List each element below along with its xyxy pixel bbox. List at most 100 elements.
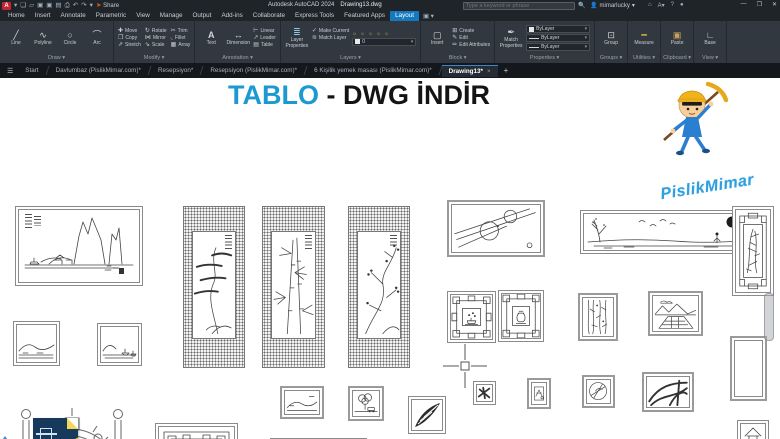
print-icon[interactable]: ⎙ bbox=[65, 1, 70, 10]
restore-button[interactable]: ❐ bbox=[757, 1, 762, 8]
save-as-icon[interactable]: ▣ bbox=[46, 1, 52, 10]
trim-button[interactable]: ✂Trim bbox=[171, 28, 191, 35]
leader-button[interactable]: ↗Leader bbox=[253, 35, 276, 42]
bylayer-select[interactable]: ByLayer▾ bbox=[526, 25, 590, 33]
ribbon-tab-output[interactable]: Output bbox=[188, 11, 217, 21]
insert-button[interactable]: ▢Insert bbox=[425, 30, 449, 47]
minimize-button[interactable]: — bbox=[741, 1, 747, 8]
panel-footer-layers[interactable]: Layers ▾ bbox=[281, 54, 420, 63]
close-button[interactable]: ✕ bbox=[772, 1, 777, 8]
create-button[interactable]: ⊞Create bbox=[452, 28, 490, 35]
frame-tiny-abstract[interactable] bbox=[473, 381, 496, 405]
frame-small-art[interactable] bbox=[527, 378, 551, 409]
bylayer-select[interactable]: ByLayer▾ bbox=[526, 34, 590, 42]
panel-footer-draw[interactable]: Draw ▾ bbox=[0, 54, 113, 63]
frame-abstract-lines[interactable] bbox=[447, 200, 545, 257]
table-button[interactable]: ▤Table bbox=[253, 42, 276, 49]
undo-icon[interactable]: ↶ bbox=[73, 1, 78, 10]
line-button[interactable]: ╱Line bbox=[4, 30, 28, 47]
frame-big-lattice[interactable] bbox=[155, 423, 238, 439]
doc-tab-resepsiyon-pislikmimar-com[interactable]: Resepsiyon (PislikMimar.com)* bbox=[203, 65, 304, 76]
base-button[interactable]: ∟Base bbox=[698, 30, 722, 47]
ribbon-tab-add-ins[interactable]: Add-ins bbox=[216, 11, 247, 21]
panel-footer-groups[interactable]: Groups ▾ bbox=[595, 54, 627, 63]
match-properties-button[interactable]: ✒Match Properties bbox=[499, 27, 523, 49]
frame-s-curve[interactable] bbox=[730, 336, 767, 401]
scroll-panel-plum[interactable] bbox=[348, 206, 410, 368]
doc-tab-drawing13[interactable]: Drawing13*× bbox=[442, 65, 498, 77]
panel-footer-annotation[interactable]: Annotation ▾ bbox=[195, 54, 280, 63]
move-button[interactable]: ✚Move bbox=[118, 28, 141, 35]
search-icon[interactable]: 🔍 bbox=[578, 2, 585, 9]
make-current-button[interactable]: ✓Make Current bbox=[312, 28, 349, 35]
stretch-button[interactable]: ⇗Stretch bbox=[118, 42, 141, 49]
new-file-icon[interactable]: ❏ bbox=[20, 1, 26, 10]
ribbon-tab-view[interactable]: View bbox=[131, 11, 155, 21]
doc-tab-menu-icon[interactable]: ☰ bbox=[2, 67, 18, 75]
frame-shell[interactable] bbox=[408, 396, 446, 434]
frame-branches[interactable] bbox=[642, 372, 694, 412]
bylayer-select[interactable]: ByLayer▾ bbox=[526, 43, 590, 51]
help-icon[interactable]: ? bbox=[671, 2, 674, 9]
paste-button[interactable]: ▣Paste bbox=[665, 30, 689, 47]
dimension-button[interactable]: ↔Dimension bbox=[226, 30, 250, 47]
frame-mountain-field[interactable] bbox=[648, 291, 703, 336]
autocad-logo-icon[interactable]: A bbox=[2, 2, 11, 10]
match-layer-button[interactable]: ≋Match Layer bbox=[312, 35, 349, 42]
account-area[interactable]: 👤 mimarlucky ▾ bbox=[590, 2, 635, 9]
frame-sunset-scene[interactable] bbox=[580, 210, 755, 254]
search-input[interactable] bbox=[464, 3, 574, 9]
vertical-scrollbar-thumb[interactable] bbox=[764, 293, 774, 341]
close-tab-icon[interactable]: × bbox=[487, 68, 491, 75]
doc-tab-davlumbaz-pislikmimar-com[interactable]: Davlumbaz (PislikMimar.com)* bbox=[49, 65, 148, 76]
save-icon[interactable]: ▣ bbox=[37, 1, 43, 10]
scale-button[interactable]: ⇘Scale bbox=[145, 42, 167, 49]
copy-button[interactable]: ❐Copy bbox=[118, 35, 141, 42]
panel-footer-properties[interactable]: Properties ▾ bbox=[495, 54, 594, 63]
edit-attributes-button[interactable]: ✏Edit Attributes bbox=[452, 42, 490, 49]
autodesk-a-icon[interactable]: A▾ bbox=[658, 2, 665, 9]
panel-footer-block[interactable]: Block ▾ bbox=[421, 54, 494, 63]
bylayer-select[interactable]: 0▾ bbox=[352, 38, 416, 46]
layer-state-icons[interactable]: ☼ ☼ ☼ ☼ ☼ bbox=[352, 31, 416, 37]
new-tab-button[interactable]: + bbox=[504, 66, 509, 75]
text-button[interactable]: AText bbox=[199, 30, 223, 47]
edit-button[interactable]: ✎Edit bbox=[452, 35, 490, 42]
frame-landscape-mini-1[interactable] bbox=[280, 386, 324, 419]
ribbon-tab-express-tools[interactable]: Express Tools bbox=[290, 11, 339, 21]
ribbon-tab-featured-apps[interactable]: Featured Apps bbox=[339, 11, 390, 21]
frame-landscape-mini-2[interactable] bbox=[348, 386, 384, 421]
frame-hills-small[interactable] bbox=[13, 321, 60, 366]
app-store-icon[interactable]: ⌂ bbox=[648, 2, 652, 9]
ribbon-tab-manage[interactable]: Manage bbox=[155, 11, 188, 21]
frame-lattice-vase[interactable] bbox=[498, 290, 544, 342]
circle-button[interactable]: ○Circle bbox=[58, 30, 82, 47]
search-box[interactable] bbox=[463, 2, 575, 10]
scroll-panel-pine[interactable] bbox=[183, 206, 245, 368]
frame-lattice-bonsai[interactable] bbox=[447, 291, 496, 343]
drawing-canvas[interactable]: TABLO - DWG İNDİR bbox=[0, 78, 780, 439]
frame-bamboo-pattern[interactable] bbox=[578, 293, 618, 341]
frame-ornate-bamboo-tall[interactable] bbox=[732, 206, 774, 296]
ribbon-tab-annotate[interactable]: Annotate bbox=[56, 11, 91, 21]
ribbon-tab-collaborate[interactable]: Collaborate bbox=[248, 11, 290, 21]
array-button[interactable]: ▦Array bbox=[171, 42, 191, 49]
frame-boats-small[interactable] bbox=[97, 323, 142, 366]
tab-overflow-icon[interactable]: ▣ ▾ bbox=[419, 12, 438, 21]
share-button[interactable]: ➤ Share bbox=[96, 1, 119, 10]
mirror-button[interactable]: ⋈Mirror bbox=[145, 35, 167, 42]
frame-pagoda[interactable] bbox=[737, 420, 769, 439]
arc-button[interactable]: ⌒Arc bbox=[85, 30, 109, 47]
panel-footer-view[interactable]: View ▾ bbox=[694, 54, 726, 63]
panel-footer-utilities[interactable]: Utilities ▾ bbox=[628, 54, 660, 63]
panel-footer-clipboard[interactable]: Clipboard ▾ bbox=[661, 54, 693, 63]
qat-caret-icon[interactable]: ▾ bbox=[90, 1, 93, 10]
ribbon-tab-layout[interactable]: Layout bbox=[390, 11, 419, 21]
measure-button[interactable]: ━Measure bbox=[632, 30, 656, 47]
ribbon-tab-parametric[interactable]: Parametric bbox=[91, 11, 131, 21]
doc-tab-resepsiyon[interactable]: Resepsiyon* bbox=[151, 65, 200, 76]
panel-footer-modify[interactable]: Modify ▾ bbox=[114, 54, 194, 63]
ribbon-tab-insert[interactable]: Insert bbox=[30, 11, 56, 21]
notification-icon[interactable]: ● bbox=[680, 2, 684, 9]
redo-icon[interactable]: ↷ bbox=[81, 1, 86, 10]
